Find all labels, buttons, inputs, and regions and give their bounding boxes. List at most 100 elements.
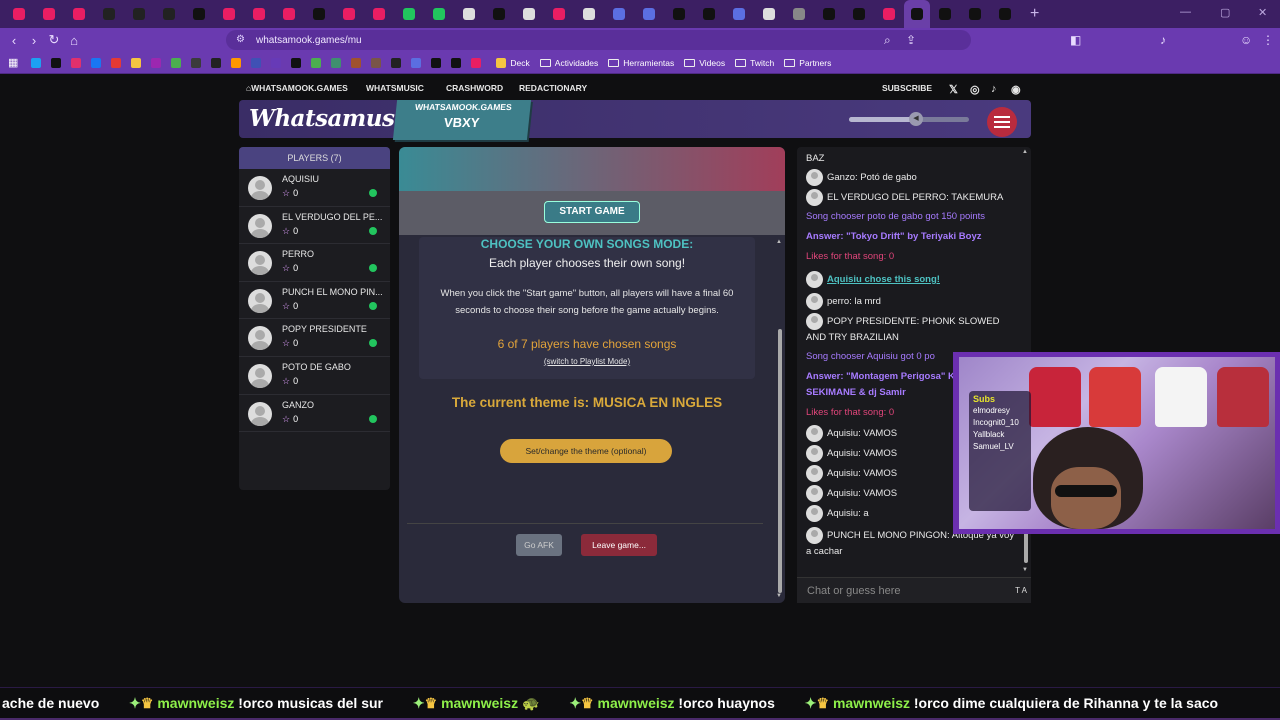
browser-tab[interactable] bbox=[664, 0, 694, 28]
go-afk-button[interactable]: Go AFK bbox=[516, 534, 562, 556]
discord-icon[interactable]: ◉ bbox=[1011, 83, 1021, 96]
browser-tab[interactable] bbox=[784, 0, 814, 28]
close-window-icon[interactable]: ✕ bbox=[1258, 6, 1267, 19]
browser-tab[interactable] bbox=[454, 0, 484, 28]
bookmark-icon[interactable] bbox=[431, 57, 442, 68]
forward-icon[interactable]: › bbox=[24, 33, 44, 48]
share-icon[interactable]: ⇪ bbox=[906, 33, 916, 47]
bookmark-icon[interactable] bbox=[471, 57, 482, 68]
browser-tab[interactable] bbox=[514, 0, 544, 28]
scroll-down-icon[interactable]: ▼ bbox=[776, 593, 782, 599]
bookmark-icon[interactable] bbox=[391, 57, 402, 68]
bookmark-icon[interactable] bbox=[151, 57, 162, 68]
leave-game-button[interactable]: Leave game... bbox=[581, 534, 657, 556]
apps-grid-icon[interactable]: ▦ bbox=[8, 56, 18, 69]
player-row[interactable]: PERRO ☆ 0 bbox=[239, 244, 390, 282]
twitter-icon[interactable]: 𝕏 bbox=[949, 83, 958, 96]
bookmark-icon[interactable] bbox=[271, 57, 282, 68]
tiktok-icon[interactable]: ♪ bbox=[991, 83, 997, 95]
browser-tab[interactable] bbox=[364, 0, 394, 28]
browser-tab[interactable] bbox=[604, 0, 634, 28]
browser-tab[interactable] bbox=[94, 0, 124, 28]
browser-tab[interactable] bbox=[990, 0, 1020, 28]
browser-tab[interactable] bbox=[814, 0, 844, 28]
bookmark-icon[interactable] bbox=[231, 57, 242, 68]
bookmark-folder-herramientas[interactable]: Herramientas bbox=[608, 58, 674, 68]
bookmark-icon[interactable] bbox=[31, 57, 42, 68]
minimize-icon[interactable]: — bbox=[1180, 6, 1191, 18]
browser-tab[interactable] bbox=[184, 0, 214, 28]
text-format-icon[interactable]: T A bbox=[1015, 578, 1027, 604]
player-row[interactable]: AQUISIU ☆ 0 bbox=[239, 169, 390, 207]
browser-tab[interactable] bbox=[960, 0, 990, 28]
scroll-up-icon[interactable]: ▲ bbox=[776, 239, 782, 245]
nav-home-link[interactable]: ⌂ WHATSAMOOK.GAMES bbox=[246, 83, 348, 93]
bookmark-icon[interactable] bbox=[211, 57, 222, 68]
bookmark-icon[interactable] bbox=[171, 57, 182, 68]
bookmark-icon[interactable] bbox=[131, 57, 142, 68]
set-theme-button[interactable]: Set/change the theme (optional) bbox=[500, 439, 672, 463]
instagram-icon[interactable] bbox=[71, 57, 82, 68]
menu-dots-icon[interactable]: ⋮ bbox=[1262, 33, 1274, 47]
browser-tab[interactable] bbox=[64, 0, 94, 28]
bookmark-icon[interactable] bbox=[451, 57, 462, 68]
browser-tab[interactable] bbox=[930, 0, 960, 28]
instagram-icon[interactable]: ◎ bbox=[970, 83, 980, 96]
hamburger-menu-button[interactable] bbox=[987, 107, 1017, 137]
browser-tab[interactable] bbox=[634, 0, 664, 28]
bookmark-icon[interactable] bbox=[291, 57, 302, 68]
bookmark-deck[interactable]: Deck bbox=[496, 57, 530, 68]
scrollbar-thumb[interactable] bbox=[1024, 529, 1028, 563]
bookmark-icon[interactable] bbox=[191, 57, 202, 68]
back-icon[interactable]: ‹ bbox=[4, 33, 24, 48]
home-icon[interactable]: ⌂ bbox=[64, 33, 84, 48]
browser-tab[interactable] bbox=[484, 0, 514, 28]
player-row[interactable]: POPY PRESIDENTE ☆ 0 bbox=[239, 319, 390, 357]
browser-tab[interactable] bbox=[124, 0, 154, 28]
tiktok-icon[interactable] bbox=[51, 57, 62, 68]
player-row[interactable]: POTO DE GABO ☆ 0 bbox=[239, 357, 390, 395]
maximize-icon[interactable]: ▢ bbox=[1220, 6, 1230, 19]
music-icon[interactable]: ♪ bbox=[1160, 33, 1166, 47]
extension-icon[interactable]: ◧ bbox=[1070, 33, 1081, 47]
browser-tab[interactable] bbox=[724, 0, 754, 28]
logo[interactable]: Whatsamusic bbox=[249, 105, 417, 132]
scrollbar-thumb[interactable] bbox=[778, 329, 782, 593]
nav-redactionary-link[interactable]: REDACTIONARY bbox=[519, 83, 587, 93]
bookmark-icon[interactable] bbox=[411, 57, 422, 68]
browser-tab[interactable] bbox=[874, 0, 904, 28]
browser-tab[interactable] bbox=[214, 0, 244, 28]
browser-tab[interactable] bbox=[34, 0, 64, 28]
scroll-down-icon[interactable]: ▼ bbox=[1022, 567, 1028, 573]
bookmark-folder-twitch[interactable]: Twitch bbox=[735, 58, 774, 68]
chat-input[interactable]: Chat or guess here T A bbox=[797, 577, 1031, 603]
browser-tab[interactable] bbox=[424, 0, 454, 28]
reload-icon[interactable]: ↻ bbox=[44, 32, 64, 48]
bookmark-folder-actividades[interactable]: Actividades bbox=[539, 58, 598, 68]
game-panel-scrollbar[interactable]: ▲ ▼ bbox=[775, 239, 785, 603]
browser-tab[interactable] bbox=[544, 0, 574, 28]
new-tab-icon[interactable]: + bbox=[1030, 5, 1039, 23]
browser-tab[interactable] bbox=[334, 0, 364, 28]
browser-tab[interactable] bbox=[4, 0, 34, 28]
browser-tab[interactable] bbox=[394, 0, 424, 28]
address-bar[interactable]: ⚙ whatsamook.games/mu bbox=[226, 30, 971, 50]
start-game-button[interactable]: START GAME bbox=[544, 201, 640, 223]
player-row[interactable]: GANZO ☆ 0 bbox=[239, 395, 390, 433]
player-row[interactable]: EL VERDUGO DEL PE... ☆ 0 bbox=[239, 207, 390, 245]
browser-tab[interactable] bbox=[274, 0, 304, 28]
bookmark-icon[interactable] bbox=[371, 57, 382, 68]
browser-tab[interactable] bbox=[844, 0, 874, 28]
bookmark-folder-partners[interactable]: Partners bbox=[784, 58, 831, 68]
browser-tab[interactable] bbox=[574, 0, 604, 28]
player-row[interactable]: PUNCH EL MONO PIN... ☆ 0 bbox=[239, 282, 390, 320]
browser-tab[interactable] bbox=[694, 0, 724, 28]
switch-to-playlist-link[interactable]: (switch to Playlist Mode) bbox=[419, 357, 755, 366]
nav-whatsamusic-link[interactable]: WHATSMUSIC bbox=[366, 83, 424, 93]
nav-crashword-link[interactable]: CRASHWORD bbox=[446, 83, 503, 93]
volume-slider[interactable]: ◀ bbox=[849, 112, 969, 126]
profile-icon[interactable]: ☺ bbox=[1240, 33, 1252, 47]
speaker-icon[interactable]: ◀ bbox=[909, 112, 923, 126]
browser-tab[interactable] bbox=[154, 0, 184, 28]
bookmark-folder-videos[interactable]: Videos bbox=[684, 58, 725, 68]
